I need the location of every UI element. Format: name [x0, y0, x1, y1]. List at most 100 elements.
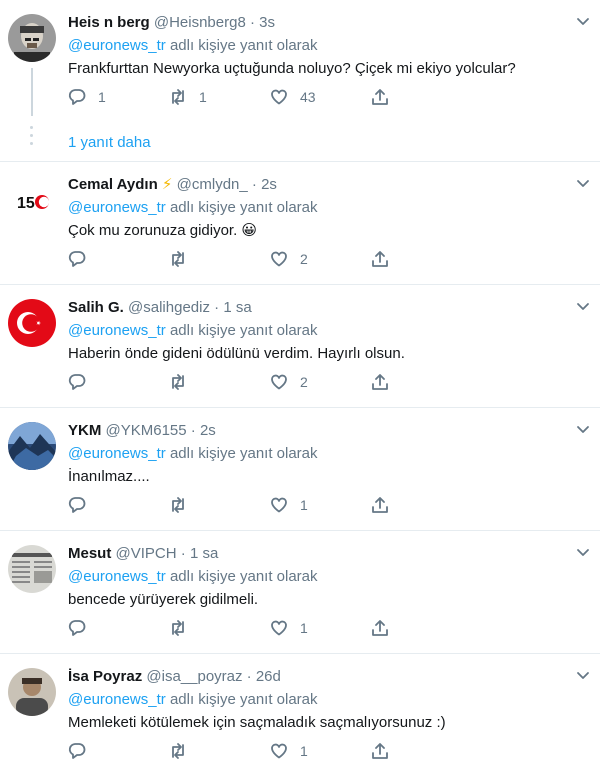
- tweet[interactable]: 15 Cemal Aydın ⚡ @cmlydn_ · 2s @euronews…: [0, 162, 600, 285]
- retweet-icon: [172, 743, 184, 759]
- tweet[interactable]: Mesut @VIPCH · 1 sa @euronews_tr adlı ki…: [0, 531, 600, 654]
- timestamp[interactable]: 1 sa: [190, 545, 218, 562]
- share-button[interactable]: [371, 248, 389, 270]
- timestamp[interactable]: 26d: [256, 668, 281, 685]
- handle[interactable]: @Heisnberg8: [154, 14, 246, 31]
- reply-button[interactable]: [68, 617, 98, 639]
- reply-icon: [68, 89, 86, 105]
- display-name[interactable]: Salih G.: [68, 299, 124, 316]
- reply-button[interactable]: [68, 494, 98, 516]
- show-more-replies-link[interactable]: 1 yanıt daha: [68, 134, 151, 152]
- handle[interactable]: @cmlydn_: [177, 176, 248, 193]
- avatar[interactable]: [8, 14, 56, 62]
- share-button[interactable]: [371, 371, 389, 393]
- tweet[interactable]: Heis n berg @Heisnberg8 · 3s @euronews_t…: [0, 0, 600, 162]
- tweet[interactable]: YKM @YKM6155 · 2s @euronews_tr adlı kişi…: [0, 408, 600, 531]
- chevron-down-icon[interactable]: [576, 176, 590, 190]
- retweet-icon: [172, 497, 184, 513]
- separator-dot: ·: [246, 668, 252, 685]
- mention-link[interactable]: @euronews_tr: [68, 37, 166, 54]
- chevron-down-icon[interactable]: [576, 545, 590, 559]
- like-count: 2: [300, 251, 308, 267]
- like-button[interactable]: 1: [270, 494, 308, 516]
- heart-icon: [271, 743, 287, 759]
- handle[interactable]: @VIPCH: [116, 545, 177, 562]
- retweet-button[interactable]: 1: [169, 86, 207, 108]
- display-name[interactable]: YKM: [68, 422, 101, 439]
- display-name[interactable]: Cemal Aydın: [68, 176, 158, 193]
- chevron-down-icon[interactable]: [576, 422, 590, 436]
- like-button[interactable]: 1: [270, 617, 308, 639]
- mention-link[interactable]: @euronews_tr: [68, 445, 166, 462]
- retweet-button[interactable]: [169, 248, 199, 270]
- reply-icon: [68, 743, 86, 759]
- timestamp[interactable]: 2s: [261, 176, 277, 193]
- retweet-button[interactable]: [169, 494, 199, 516]
- like-count: 2: [300, 374, 308, 390]
- display-name[interactable]: İsa Poyraz: [68, 668, 142, 685]
- tweet-header: Cemal Aydın ⚡ @cmlydn_ · 2s: [68, 176, 277, 194]
- share-button[interactable]: [371, 494, 389, 516]
- mention-link[interactable]: @euronews_tr: [68, 568, 166, 585]
- heart-icon: [271, 374, 287, 390]
- timestamp[interactable]: 1 sa: [223, 299, 251, 316]
- avatar[interactable]: [8, 545, 56, 593]
- chevron-down-icon[interactable]: [576, 14, 590, 28]
- avatar[interactable]: [8, 299, 56, 347]
- reply-context: @euronews_tr adlı kişiye yanıt olarak: [68, 568, 318, 586]
- retweet-button[interactable]: [169, 740, 199, 762]
- retweet-button[interactable]: [169, 371, 199, 393]
- avatar[interactable]: [8, 668, 56, 716]
- reply-context: @euronews_tr adlı kişiye yanıt olarak: [68, 322, 318, 340]
- tweet-actions: 2: [68, 248, 398, 270]
- separator-dot: ·: [249, 14, 255, 31]
- reply-button[interactable]: [68, 371, 98, 393]
- timestamp[interactable]: 2s: [200, 422, 216, 439]
- reply-button[interactable]: 1: [68, 86, 106, 108]
- tweet-actions: 1 1 43: [68, 86, 398, 108]
- tweet-actions: 1: [68, 494, 398, 516]
- display-name[interactable]: Mesut: [68, 545, 111, 562]
- tweet[interactable]: Salih G. @salihgediz · 1 sa @euronews_tr…: [0, 285, 600, 408]
- separator-dot: ·: [251, 176, 257, 193]
- mention-link[interactable]: @euronews_tr: [68, 691, 166, 708]
- like-button[interactable]: 2: [270, 371, 308, 393]
- avatar[interactable]: [8, 422, 56, 470]
- tweet[interactable]: İsa Poyraz @isa__poyraz · 26d @euronews_…: [0, 654, 600, 775]
- mention-link[interactable]: @euronews_tr: [68, 199, 166, 216]
- handle[interactable]: @salihgediz: [128, 299, 210, 316]
- reply-context-text: adlı kişiye yanıt olarak: [169, 37, 318, 54]
- timestamp[interactable]: 3s: [259, 14, 275, 31]
- share-button[interactable]: [371, 740, 389, 762]
- thread-dots: [30, 126, 34, 154]
- like-button[interactable]: 2: [270, 248, 308, 270]
- tweet-text: Haberin önde gideni ödülünü verdim. Hayı…: [68, 345, 405, 362]
- turkish-flag-avatar: [8, 299, 56, 347]
- like-button[interactable]: 1: [270, 740, 308, 762]
- like-count: 1: [300, 497, 308, 513]
- reply-context-text: adlı kişiye yanıt olarak: [169, 445, 318, 462]
- mention-link[interactable]: @euronews_tr: [68, 322, 166, 339]
- separator-dot: ·: [190, 422, 196, 439]
- tweet-actions: 1: [68, 740, 398, 762]
- reply-icon: [68, 497, 86, 513]
- handle[interactable]: @YKM6155: [106, 422, 187, 439]
- heart-icon: [271, 497, 287, 513]
- chevron-down-icon[interactable]: [576, 668, 590, 682]
- share-icon: [372, 497, 388, 513]
- heart-icon: [271, 89, 287, 105]
- reply-context: @euronews_tr adlı kişiye yanıt olarak: [68, 199, 318, 217]
- reply-button[interactable]: [68, 740, 98, 762]
- share-button[interactable]: [371, 86, 389, 108]
- chevron-down-icon[interactable]: [576, 299, 590, 313]
- reply-icon: [68, 620, 86, 636]
- share-button[interactable]: [371, 617, 389, 639]
- reply-button[interactable]: [68, 248, 98, 270]
- avatar[interactable]: 15: [8, 176, 56, 224]
- retweet-button[interactable]: [169, 617, 199, 639]
- handle[interactable]: @isa__poyraz: [146, 668, 242, 685]
- display-name[interactable]: Heis n berg: [68, 14, 150, 31]
- retweet-count: 1: [199, 89, 207, 105]
- like-button[interactable]: 43: [270, 86, 316, 108]
- tweet-header: Mesut @VIPCH · 1 sa: [68, 545, 218, 563]
